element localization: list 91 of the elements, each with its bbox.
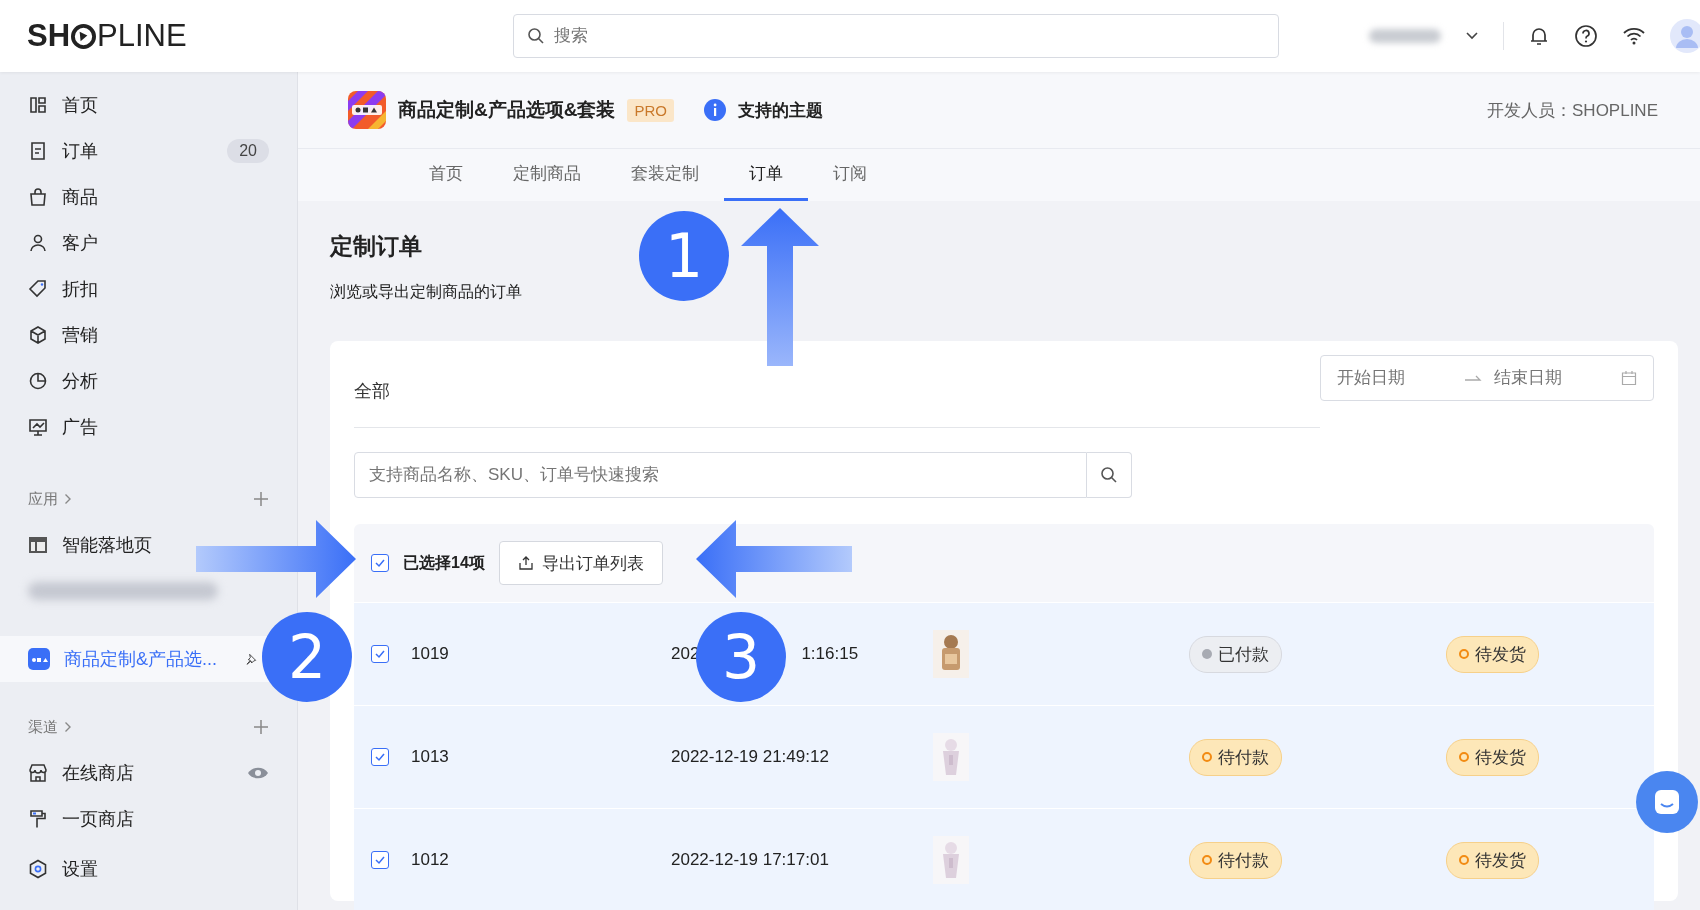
order-date: 2022-12-19 17:17:01 <box>671 850 829 870</box>
chevron-right-icon[interactable] <box>64 493 72 505</box>
sidebar-item[interactable]: 广告 <box>0 404 297 450</box>
status-pill: 已付款 <box>1189 635 1282 673</box>
status-pill: 待发货 <box>1446 841 1539 879</box>
sidebar-item[interactable]: 在线商店 <box>0 750 297 796</box>
plus-icon[interactable] <box>253 719 269 735</box>
checkbox[interactable] <box>371 851 389 869</box>
status-pill: 待付款 <box>1189 841 1282 879</box>
export-button[interactable]: 导出订单列表 <box>498 541 663 585</box>
table-row[interactable]: 1013 2022-12-19 21:49:12 待付款 待发货 <box>354 705 1654 808</box>
status-pill: 待付款 <box>1189 738 1282 776</box>
eye-icon[interactable] <box>247 766 269 780</box>
sidebar-item[interactable]: 分析 <box>0 358 297 404</box>
developer-label: 开发人员：SHOPLINE <box>1487 99 1658 122</box>
section-heading[interactable]: 渠道 <box>28 717 58 737</box>
arrow-right-icon <box>196 520 356 598</box>
arrow-left-icon <box>696 520 852 598</box>
window-icon <box>28 536 48 554</box>
arrow-up-icon <box>741 208 819 366</box>
sidebar-item[interactable]: 营销 <box>0 312 297 358</box>
dashboard-icon <box>28 95 48 115</box>
sidebar-item[interactable]: 首页 <box>0 82 297 128</box>
count-badge: 20 <box>227 139 269 163</box>
app-title: 商品定制&产品选项&套装 <box>398 98 616 122</box>
order-date: 2022-12-19 21:49:12 <box>671 747 829 767</box>
check-icon <box>374 648 386 660</box>
sidebar-item[interactable]: 折扣 <box>0 266 297 312</box>
step-number-badge: 1 <box>639 211 729 301</box>
tag-icon <box>28 279 48 299</box>
order-number: 1013 <box>411 747 450 767</box>
storefront-icon <box>28 763 48 783</box>
logo[interactable]: SH PLINE <box>0 18 227 54</box>
shopping-bag-icon <box>28 187 48 207</box>
sidebar-item[interactable]: 设置 <box>0 846 297 892</box>
calendar-icon <box>1621 370 1637 386</box>
bell-icon[interactable] <box>1528 25 1550 47</box>
supported-themes-link[interactable]: 支持的主题 <box>737 98 823 122</box>
paint-roller-icon <box>28 809 48 829</box>
person-icon <box>28 233 48 253</box>
pin-icon[interactable] <box>245 651 257 667</box>
check-icon <box>374 751 386 763</box>
page-title: 定制订单 <box>330 232 422 261</box>
checkbox[interactable] <box>371 748 389 766</box>
check-icon <box>374 854 386 866</box>
upload-icon <box>517 555 534 571</box>
chat-icon <box>1653 788 1681 816</box>
sidebar-item[interactable]: 订单 20 <box>0 128 297 174</box>
monitor-icon <box>28 417 48 437</box>
order-date: 1:16:15 <box>801 644 859 664</box>
status-pill: 待发货 <box>1446 635 1539 673</box>
sidebar-item[interactable]: 客户 <box>0 220 297 266</box>
plus-icon[interactable] <box>253 491 269 507</box>
settings-icon <box>28 859 48 879</box>
date-range-field[interactable]: 开始日期 结束日期 <box>1320 355 1654 401</box>
sidebar-item[interactable]: 商品定制&产品选... <box>0 636 245 682</box>
tab[interactable]: 定制商品 <box>488 149 606 201</box>
tab[interactable]: 首页 <box>404 149 488 201</box>
search-icon <box>527 27 545 45</box>
checkbox[interactable] <box>371 554 389 572</box>
wifi-icon[interactable] <box>1622 26 1646 46</box>
table-row[interactable]: 1012 2022-12-19 17:17:01 待付款 待发货 <box>354 808 1654 910</box>
cube-icon <box>28 325 48 345</box>
order-number: 1019 <box>411 644 450 664</box>
search-icon <box>1100 466 1118 484</box>
order-search-field[interactable]: 支持商品名称、SKU、订单号快速搜索 <box>354 452 1087 498</box>
checkbox[interactable] <box>371 645 389 663</box>
app-icon <box>28 648 50 670</box>
pie-chart-icon <box>28 371 48 391</box>
sidebar-item[interactable]: 一页商店 <box>0 796 297 842</box>
status-pill: 待发货 <box>1446 738 1539 776</box>
check-icon <box>374 557 386 569</box>
chevron-down-icon[interactable] <box>1465 31 1479 41</box>
app-logo-icon <box>348 91 386 129</box>
chevron-right-icon[interactable] <box>64 721 72 733</box>
sidebar-item[interactable]: 商品 <box>0 174 297 220</box>
info-icon <box>703 99 726 121</box>
tab[interactable]: 订单 <box>724 149 808 201</box>
search-field[interactable]: 搜索 <box>513 14 1279 58</box>
section-heading[interactable]: 应用 <box>28 489 58 509</box>
filter-tab[interactable]: 全部 <box>354 379 390 403</box>
search-button[interactable] <box>1087 452 1132 498</box>
document-icon <box>28 141 48 161</box>
tab[interactable]: 套装定制 <box>606 149 724 201</box>
help-icon[interactable] <box>1574 24 1598 48</box>
page-subtitle: 浏览或导出定制商品的订单 <box>330 282 522 302</box>
plan-badge: PRO <box>627 98 674 122</box>
selection-count: 已选择14项 <box>403 552 485 573</box>
order-number: 1012 <box>411 850 450 870</box>
tab[interactable]: 订阅 <box>808 149 892 201</box>
sidebar-item[interactable]: 智能落地页 <box>0 522 180 568</box>
